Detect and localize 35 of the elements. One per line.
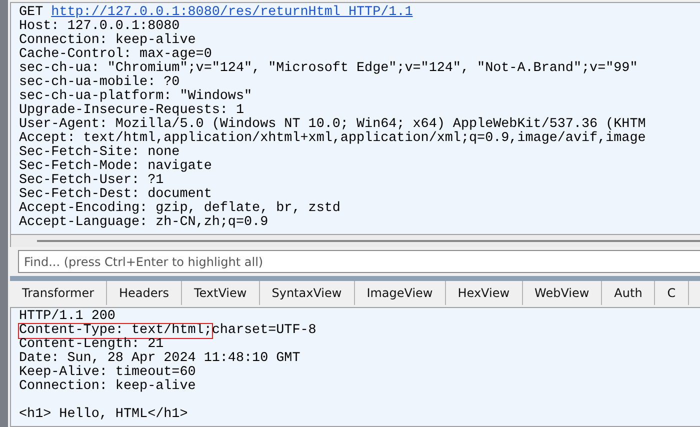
response-line: Connection: keep-alive xyxy=(19,380,197,394)
tab[interactable]: Headers xyxy=(107,281,182,305)
header-line: Sec-Fetch-Mode: navigate xyxy=(19,160,213,174)
tab[interactable]: TextView xyxy=(182,281,260,305)
response-line: Keep-Alive: timeout=60 xyxy=(19,366,197,380)
header-line: Cache-Control: max-age=0 xyxy=(19,48,212,62)
highlighted-text: Content-Type: text/html; xyxy=(19,324,212,338)
tab[interactable]: ImageView xyxy=(354,281,446,305)
request-method: GET xyxy=(19,5,44,20)
header-line: User-Agent: Mozilla/5.0 (Windows NT 10.0; Win64; x64) AppleWebKit/537.36 (KHTM xyxy=(19,118,647,132)
header-line: Sec-Fetch-Site: none xyxy=(19,146,180,160)
header-line: sec-ch-ua: "Chromium";v="124", "Microsoft Edge";v="124", "Not-A.Brand";v="99" xyxy=(19,62,639,76)
header-line: Sec-Fetch-User: ?1 xyxy=(19,174,164,188)
tab[interactable]: HexView xyxy=(446,281,523,305)
header-line: Connection: keep-alive xyxy=(19,34,197,48)
tab[interactable]: Transformer xyxy=(10,281,108,305)
header-line: Accept-Encoding: gzip, deflate, br, zstd xyxy=(19,202,342,216)
tab[interactable]: WebView xyxy=(522,281,602,305)
header-line: sec-ch-ua-platform: "Windows" xyxy=(19,90,254,104)
response-line: Content-Length: 21 xyxy=(19,338,165,352)
tab[interactable]: C xyxy=(655,281,689,305)
header-line: Host: 127.0.0.1:8080 xyxy=(19,20,180,34)
horizontal-scrollbar[interactable] xyxy=(10,235,700,247)
header-line: sec-ch-ua-mobile: ?0 xyxy=(19,76,181,90)
header-line: Upgrade-Insecure-Requests: 1 xyxy=(19,104,244,118)
response-body: <h1> Hello, HTML</h1> xyxy=(19,408,189,422)
header-line: Accept: text/html,application/xhtml+xml,application/xml;q=0.9,image/avif,image xyxy=(19,132,647,146)
header-line: Accept-Language: zh-CN,zh;q=0.9 xyxy=(19,216,270,230)
request-url-link[interactable]: http://127.0.0.1:8080/res/returnHtml HTTP/1.1 xyxy=(51,5,413,20)
tab[interactable]: SyntaxView xyxy=(260,281,355,305)
tab[interactable]: Auth xyxy=(602,281,656,305)
status-line: HTTP/1.1 200 xyxy=(19,310,116,324)
find-field[interactable]: Find... (press Ctrl+Enter to highlight all) xyxy=(18,250,700,273)
response-line: Date: Sun, 28 Apr 2024 11:48:10 GMT xyxy=(19,352,302,366)
header-line: Sec-Fetch-Dest: document xyxy=(19,188,212,202)
